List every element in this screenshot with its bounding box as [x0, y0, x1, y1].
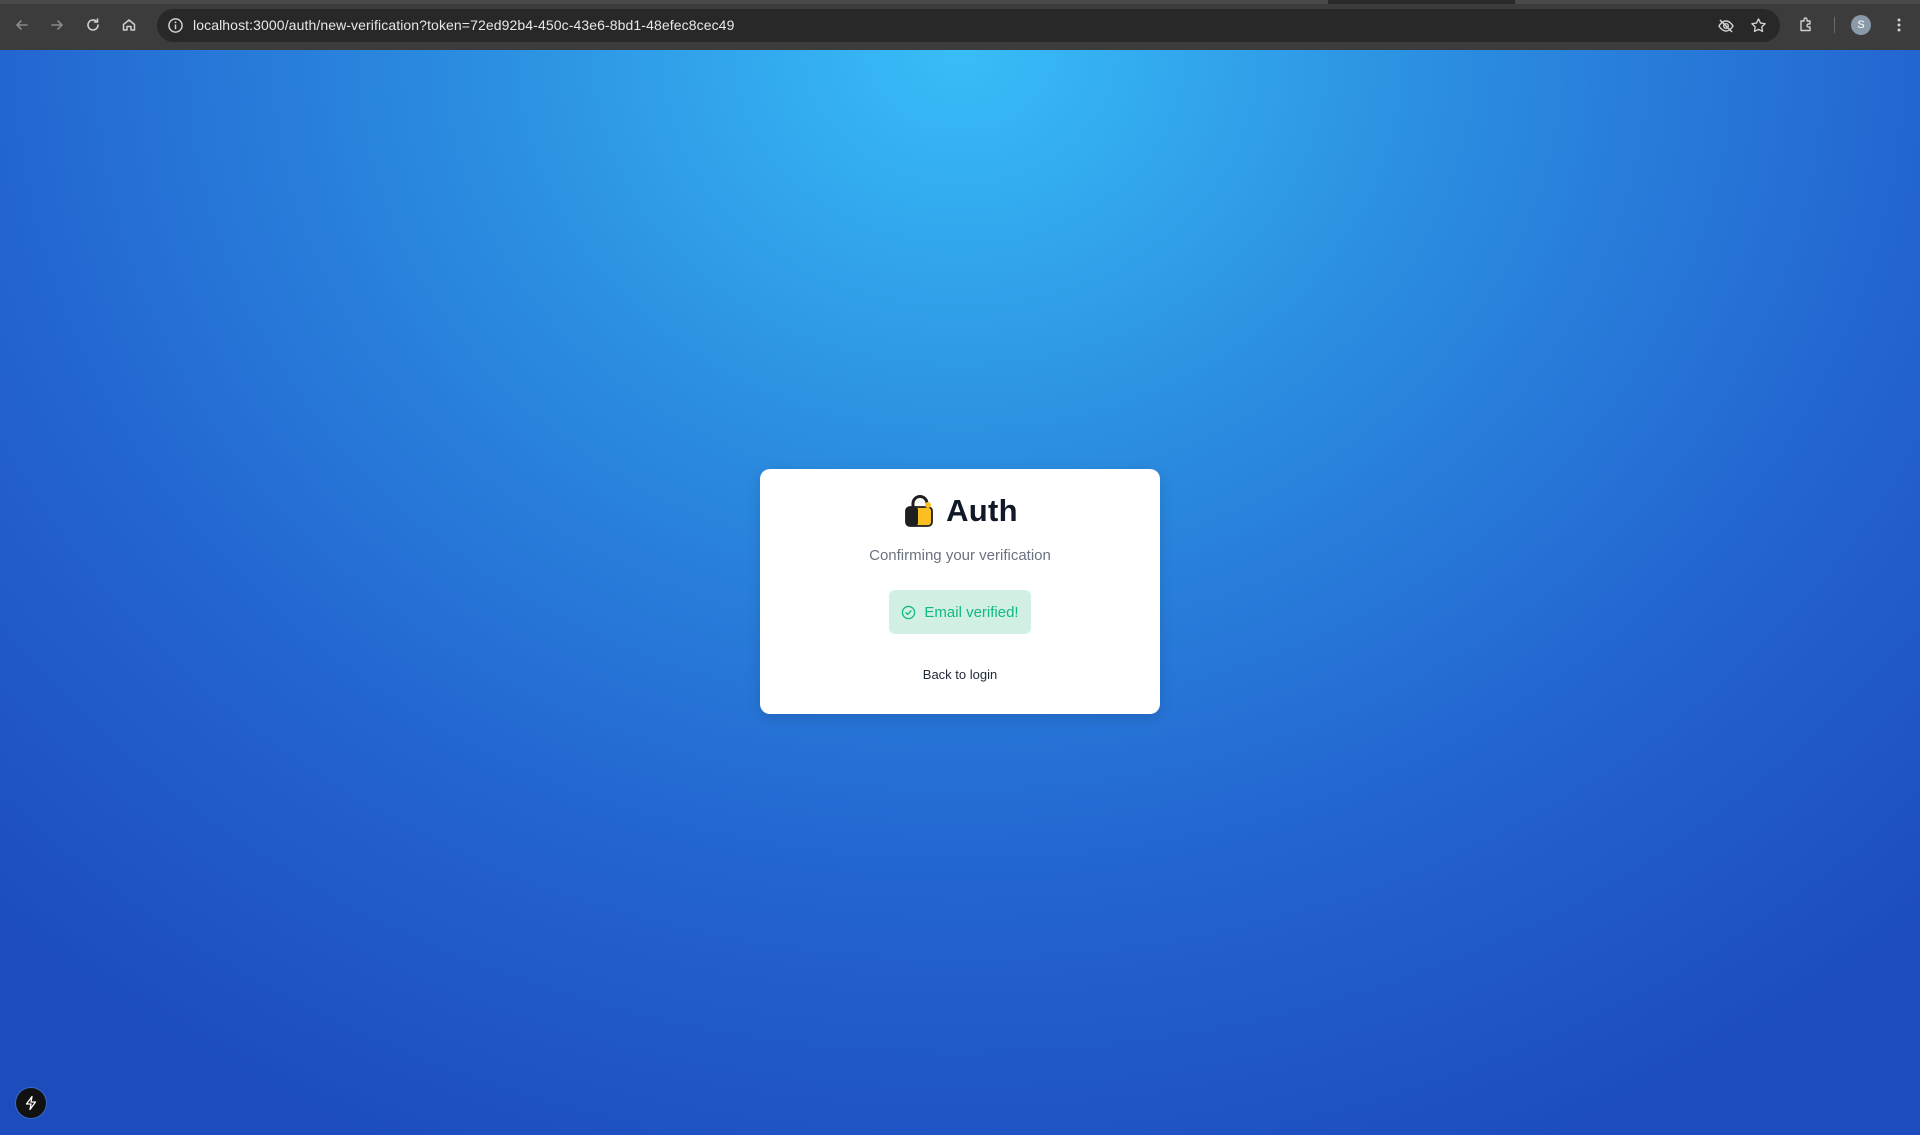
toolbar-divider	[1834, 17, 1835, 33]
arrow-left-icon	[16, 20, 28, 30]
info-icon[interactable]	[167, 17, 184, 34]
puzzle-icon[interactable]	[1797, 16, 1815, 34]
back-to-login-link[interactable]: Back to login	[760, 667, 1160, 682]
address-bar[interactable]: localhost:3000/auth/new-verification?tok…	[157, 9, 1780, 42]
star-icon[interactable]	[1750, 17, 1767, 34]
tab-strip	[0, 0, 1920, 4]
back-button[interactable]	[9, 12, 35, 38]
lock-icon	[905, 495, 933, 527]
card-header: Auth	[760, 493, 1160, 529]
card-subtitle: Confirming your verification	[869, 547, 1051, 564]
kebab-menu-icon[interactable]	[1890, 16, 1908, 34]
verification-card: Auth Confirming your verification Email …	[760, 469, 1160, 714]
success-alert: Email verified!	[889, 590, 1031, 634]
success-message: Email verified!	[924, 603, 1019, 621]
page-background: Auth Confirming your verification Email …	[0, 50, 1920, 1135]
devtools-badge[interactable]	[16, 1088, 46, 1118]
check-circle-icon	[902, 605, 916, 619]
home-icon	[122, 19, 136, 31]
home-button[interactable]	[116, 12, 142, 38]
eye-off-icon[interactable]	[1717, 17, 1735, 35]
url-text[interactable]: localhost:3000/auth/new-verification?tok…	[193, 17, 734, 33]
profile-avatar[interactable]: S	[1851, 15, 1871, 35]
reload-icon	[87, 18, 99, 31]
card-title: Auth	[946, 493, 1018, 528]
reload-button[interactable]	[80, 12, 106, 38]
tab-strip-segment	[1515, 0, 1920, 4]
forward-button[interactable]	[44, 12, 70, 38]
arrow-right-icon	[51, 20, 63, 30]
lightning-icon	[25, 1095, 37, 1111]
tab-strip-segment	[0, 0, 1328, 4]
browser-toolbar: localhost:3000/auth/new-verification?tok…	[0, 0, 1920, 50]
